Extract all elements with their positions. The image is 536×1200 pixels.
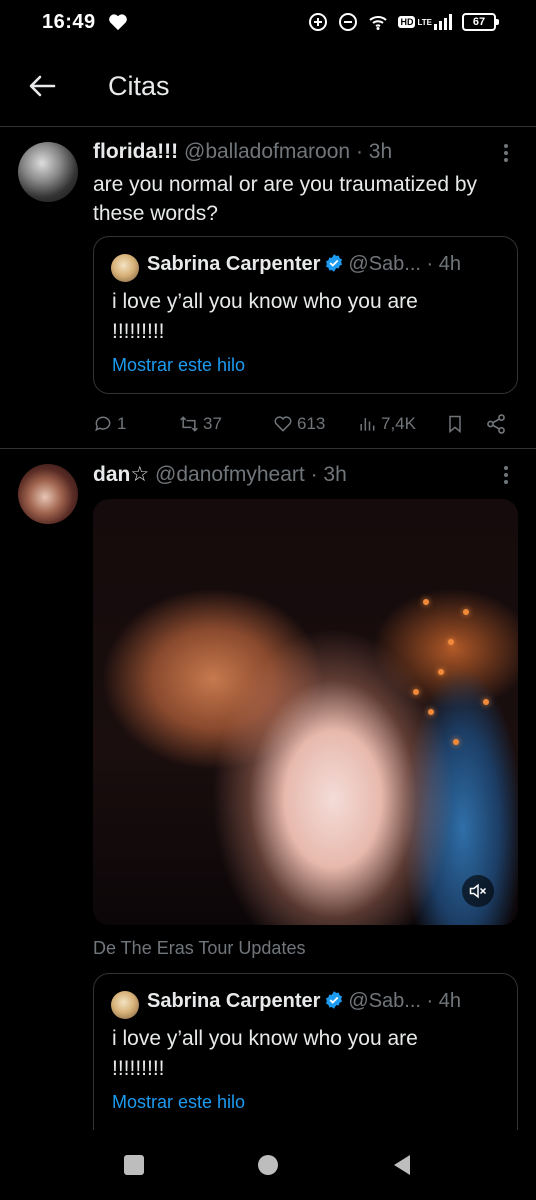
page-title: Citas bbox=[108, 71, 170, 101]
heart-outline-icon bbox=[274, 416, 292, 432]
author-name[interactable]: florida!!! bbox=[93, 140, 178, 163]
repost-count: 37 bbox=[203, 414, 222, 433]
verified-badge-icon bbox=[326, 991, 343, 1009]
wifi-icon bbox=[369, 16, 388, 30]
view-count: 7,4K bbox=[381, 414, 416, 433]
hd-badge: HD bbox=[398, 16, 416, 28]
minus-circle-icon bbox=[339, 13, 358, 31]
status-time: 16:49 bbox=[42, 10, 96, 33]
system-nav-bar bbox=[0, 1130, 536, 1200]
tweet-actions: 1 37 613 7,4K bbox=[93, 410, 518, 438]
status-bar: 16:49 HD LTE 67 bbox=[0, 0, 536, 44]
quote-header: Sabrina Carpenter @Sab... · 4h bbox=[147, 990, 461, 1013]
media-source[interactable]: De The Eras Tour Updates bbox=[93, 938, 305, 959]
quoted-tweet[interactable]: Sabrina Carpenter @Sab... · 4h i love y’a… bbox=[93, 236, 518, 394]
reply-button[interactable]: 1 bbox=[93, 410, 126, 438]
tweet-header: dan☆ @danofmyheart · 3h bbox=[93, 462, 347, 487]
repost-button[interactable]: 37 bbox=[179, 410, 222, 438]
quote-avatar bbox=[111, 991, 139, 1019]
tweet-time: · 3h bbox=[310, 463, 347, 486]
show-thread-link[interactable]: Mostrar este hilo bbox=[112, 1092, 245, 1113]
views-chart-icon bbox=[360, 418, 375, 431]
more-options-icon[interactable] bbox=[502, 466, 510, 488]
quote-author-name: Sabrina Carpenter bbox=[147, 253, 321, 275]
quote-text: i love y’all you know who you are !!!!!!… bbox=[112, 1027, 418, 1080]
top-app-bar: Citas bbox=[0, 58, 536, 118]
reply-icon bbox=[95, 416, 111, 432]
video-player[interactable] bbox=[93, 499, 518, 925]
heart-icon bbox=[108, 14, 127, 31]
repost-icon bbox=[180, 416, 198, 432]
author-handle[interactable]: @balladofmaroon bbox=[184, 140, 350, 163]
verified-badge-icon bbox=[326, 254, 343, 272]
back-arrow-icon[interactable] bbox=[26, 70, 58, 102]
views-button[interactable]: 7,4K bbox=[357, 410, 416, 438]
author-name[interactable]: dan☆ bbox=[93, 463, 149, 486]
back-button[interactable] bbox=[387, 1150, 417, 1180]
reply-count: 1 bbox=[117, 414, 127, 433]
signal-icon bbox=[434, 14, 452, 30]
tweet-header: florida!!! @balladofmaroon · 3h bbox=[93, 140, 392, 164]
signal-group: HD LTE bbox=[398, 14, 452, 30]
author-handle[interactable]: @danofmyheart bbox=[155, 463, 305, 486]
tweet-time: · 3h bbox=[355, 140, 393, 163]
share-icon[interactable] bbox=[485, 410, 507, 438]
quote-text: i love y’all you know who you are !!!!!!… bbox=[112, 290, 418, 343]
tweet-item[interactable]: florida!!! @balladofmaroon · 3h are you … bbox=[0, 126, 536, 448]
add-circle-icon bbox=[309, 13, 328, 31]
quote-avatar bbox=[111, 254, 139, 282]
tweet-text: are you normal or are you traumatized by… bbox=[93, 173, 478, 225]
quote-time: · 4h bbox=[426, 253, 461, 275]
bookmark-icon[interactable] bbox=[445, 410, 465, 438]
volume-muted-icon bbox=[469, 883, 487, 899]
quote-time: · 4h bbox=[426, 990, 461, 1012]
quoted-tweet[interactable]: Sabrina Carpenter @Sab... · 4h i love y’a… bbox=[93, 973, 518, 1131]
avatar[interactable] bbox=[18, 142, 78, 202]
avatar[interactable] bbox=[18, 464, 78, 524]
quote-author-handle: @Sab... bbox=[348, 990, 421, 1012]
network-type: LTE bbox=[417, 17, 432, 27]
like-button[interactable]: 613 bbox=[273, 410, 325, 438]
recents-button[interactable] bbox=[119, 1150, 149, 1180]
battery-indicator: 67 bbox=[462, 13, 499, 31]
quote-header: Sabrina Carpenter @Sab... · 4h bbox=[147, 253, 461, 276]
quote-author-name: Sabrina Carpenter bbox=[147, 990, 321, 1012]
home-button[interactable] bbox=[253, 1150, 283, 1180]
like-count: 613 bbox=[297, 414, 326, 433]
quote-author-handle: @Sab... bbox=[348, 253, 421, 275]
more-options-icon[interactable] bbox=[502, 144, 510, 166]
show-thread-link[interactable]: Mostrar este hilo bbox=[112, 355, 245, 376]
mute-button[interactable] bbox=[462, 875, 494, 907]
